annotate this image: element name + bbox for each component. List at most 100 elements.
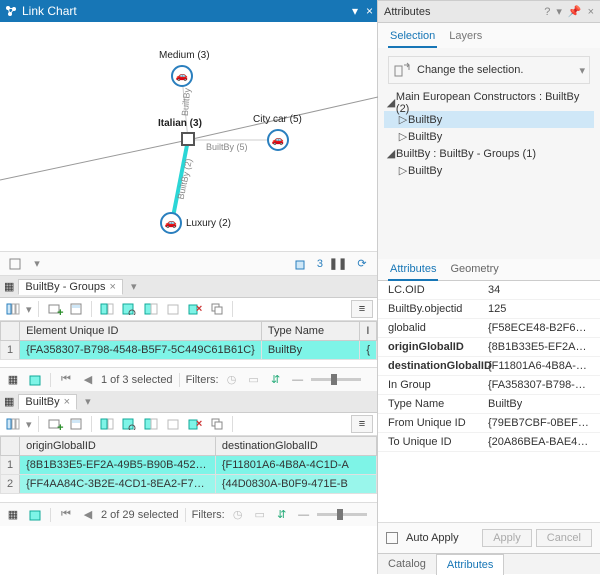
attributes-titlebar: Attributes ? ▾ 📌 × [378, 1, 600, 23]
node-medium[interactable]: 🚗 [171, 65, 193, 87]
prop-val[interactable]: {F11801A6-4B8A-4C1D-A46 [488, 360, 590, 372]
view-sel-button[interactable] [26, 506, 44, 524]
builtby-tab-close-icon[interactable]: × [64, 396, 70, 408]
sel-clear-button[interactable] [164, 415, 182, 433]
close-icon[interactable]: × [588, 6, 594, 18]
view-all-button[interactable]: ▦ [4, 371, 22, 389]
tree-item[interactable]: ◢Main European Constructors : BuiltBy (2… [384, 94, 594, 111]
prop-val[interactable]: {20A86BEA-BAE4-4F33-B10 [488, 436, 590, 448]
sel-delete-button[interactable]: × [186, 415, 204, 433]
builtby-scale-slider[interactable] [317, 513, 367, 516]
scale-dash-icon[interactable]: — [295, 506, 313, 524]
tree-item[interactable]: ◢BuiltBy : BuiltBy - Groups (1) [384, 145, 594, 162]
col-destination[interactable]: destinationGlobalID [215, 437, 376, 456]
prop-val[interactable]: {8B1B33E5-EF2A-49B5-B90B [488, 341, 590, 353]
first-icon[interactable]: ⏮ [57, 506, 75, 524]
filter-ext-icon[interactable]: ▭ [251, 506, 269, 524]
chevron-down-icon[interactable]: ▾ [28, 255, 46, 273]
sel-switch-button[interactable] [142, 415, 160, 433]
groups-tab-close-icon[interactable]: × [110, 281, 116, 293]
tab-layers[interactable]: Layers [447, 27, 484, 48]
builtby-tab[interactable]: BuiltBy × [18, 394, 77, 410]
groups-tab[interactable]: BuiltBy - Groups × [18, 279, 123, 295]
groups-panel-head: ▦ BuiltBy - Groups × ▾ [0, 276, 377, 298]
node-italian[interactable] [181, 132, 195, 146]
first-icon[interactable]: ⏮ [57, 371, 75, 389]
table-row[interactable]: 1 {FA358307-B798-4548-B5F7-5C449C61B61C}… [1, 341, 377, 360]
sel-tool-1[interactable] [98, 415, 116, 433]
refresh-icon[interactable]: ⟳ [353, 255, 371, 273]
groups-scale-slider[interactable] [311, 378, 361, 381]
view-all-button[interactable]: ▦ [4, 506, 22, 524]
apply-button[interactable]: Apply [482, 529, 532, 547]
groups-burger-icon[interactable]: ≡ [351, 300, 373, 318]
prop-val[interactable]: 125 [488, 303, 506, 315]
filter-ext-icon[interactable]: ▭ [245, 371, 263, 389]
view-sel-button[interactable] [26, 371, 44, 389]
selection-tree[interactable]: ◢Main European Constructors : BuiltBy (2… [384, 94, 594, 179]
tab-catalog[interactable]: Catalog [378, 554, 436, 574]
prop-val[interactable]: {79EB7CBF-0BEF-4B9B-8579 [488, 417, 590, 429]
copy-button[interactable] [208, 415, 226, 433]
prop-val[interactable]: {F58ECE48-B2F6-4A50-A86B [488, 322, 590, 334]
prop-val[interactable]: BuiltBy [488, 398, 522, 410]
link-chart-canvas[interactable]: 🚗 Medium (3) BuiltBy Italian (3) 🚗 City … [0, 22, 377, 252]
tab-attributes-dock[interactable]: Attributes [436, 554, 504, 575]
snap-icon[interactable] [6, 255, 24, 273]
filter-time-icon[interactable]: ◷ [223, 371, 241, 389]
sel-delete-button[interactable]: × [186, 300, 204, 318]
col-origin[interactable]: originGlobalID [20, 437, 216, 456]
pin-icon[interactable]: 📌 [568, 5, 582, 18]
prev-icon[interactable]: ◀ [79, 506, 97, 524]
tab-selection[interactable]: Selection [388, 27, 437, 48]
node-citycar[interactable]: 🚗 [267, 129, 289, 151]
col-element-uid[interactable]: Element Unique ID [20, 322, 262, 341]
copy-button[interactable] [208, 300, 226, 318]
prop-val[interactable]: {FA358307-B798-4548-B5F7 [488, 379, 590, 391]
chevron-down-icon[interactable]: ▾ [579, 64, 585, 77]
table-row[interactable]: 1 {8B1B33E5-EF2A-49B5-B90B-45251C7458E6}… [1, 456, 377, 475]
builtby-table[interactable]: originGlobalID destinationGlobalID 1 {8B… [0, 436, 377, 494]
calc-button[interactable] [67, 300, 85, 318]
options-menu-icon[interactable]: ▾ [556, 5, 562, 18]
link-chart-close-icon[interactable]: × [366, 4, 373, 18]
scale-dash-icon[interactable]: — [289, 371, 307, 389]
filter-updown-icon[interactable]: ⇵ [267, 371, 285, 389]
tree-item[interactable]: ▷BuiltBy [384, 128, 594, 145]
cancel-button[interactable]: Cancel [536, 529, 592, 547]
filter-updown-icon[interactable]: ⇵ [273, 506, 291, 524]
col-type-name[interactable]: Type Name [261, 322, 359, 341]
prop-key: globalid [388, 322, 488, 334]
auto-apply-checkbox[interactable] [386, 532, 398, 544]
pause-icon[interactable]: ❚❚ [329, 255, 347, 273]
calc-button[interactable] [67, 415, 85, 433]
prev-icon[interactable]: ◀ [79, 371, 97, 389]
filter-time-icon[interactable]: ◷ [229, 506, 247, 524]
panel-menu-icon[interactable]: ▾ [85, 395, 91, 408]
table-row[interactable]: 2 {FF4AA84C-3B2E-4CD1-8EA2-F79A1F7335C5}… [1, 475, 377, 494]
groups-table[interactable]: Element Unique ID Type Name I 1 {FA35830… [0, 321, 377, 360]
sel-switch-button[interactable] [142, 300, 160, 318]
tab-attributes[interactable]: Attributes [388, 259, 438, 280]
field-list-button[interactable] [4, 415, 22, 433]
add-row-button[interactable]: + [45, 415, 63, 433]
sel-tool-1[interactable] [98, 300, 116, 318]
node-luxury[interactable]: 🚗 [160, 212, 182, 234]
prop-val[interactable]: 34 [488, 284, 500, 296]
link-chart-menu-icon[interactable]: ▾ [352, 4, 358, 18]
groups-toolbar: ▾ + × ≡ [0, 298, 377, 321]
tab-geometry[interactable]: Geometry [448, 259, 500, 280]
tree-item[interactable]: ▷BuiltBy [384, 162, 594, 179]
builtby-burger-icon[interactable]: ≡ [351, 415, 373, 433]
add-row-button[interactable]: + [45, 300, 63, 318]
sel-clear-button[interactable] [164, 300, 182, 318]
sel-zoom-button[interactable] [120, 415, 138, 433]
field-list-button[interactable] [4, 300, 22, 318]
prop-key: From Unique ID [388, 417, 488, 429]
help-icon[interactable]: ? [544, 6, 550, 18]
change-selection-row[interactable]: Change the selection. ▾ [388, 56, 590, 84]
auto-apply-label: Auto Apply [406, 532, 459, 544]
sel-zoom-button[interactable] [120, 300, 138, 318]
select-count-icon[interactable] [293, 255, 311, 273]
panel-menu-icon[interactable]: ▾ [131, 280, 137, 293]
